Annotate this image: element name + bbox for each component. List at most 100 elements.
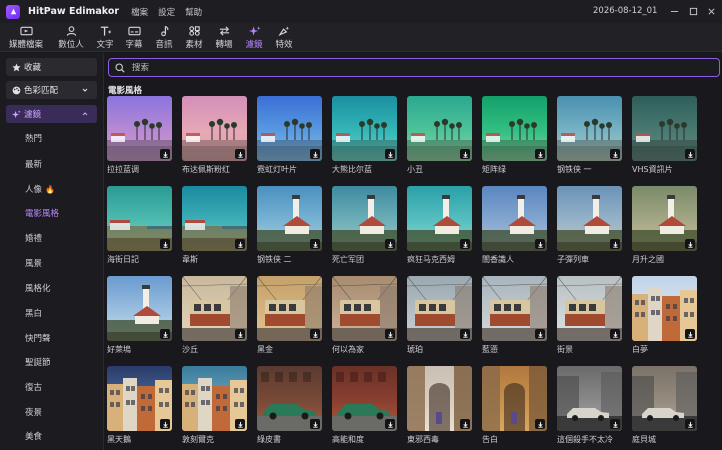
sidebar-item-food[interactable]: 美食 bbox=[25, 430, 42, 442]
menu-settings[interactable]: 設定 bbox=[158, 6, 175, 18]
filter-card[interactable]: 綠皮書 bbox=[257, 366, 322, 445]
tab-filters[interactable]: 濾鏡 bbox=[243, 23, 265, 52]
project-name[interactable]: 2026-08-12_01 bbox=[593, 6, 657, 16]
filter-card[interactable]: 大熊比尔蓝 bbox=[332, 96, 397, 175]
tab-subtitle[interactable]: 字幕 bbox=[123, 23, 145, 52]
download-icon[interactable] bbox=[460, 239, 470, 249]
filter-card[interactable]: 小丑 bbox=[407, 96, 472, 175]
filter-thumbnail[interactable] bbox=[407, 366, 472, 431]
sidebar-item-stylized[interactable]: 風格化 bbox=[25, 282, 51, 294]
download-icon[interactable] bbox=[160, 149, 170, 159]
filter-card[interactable]: 月升之國 bbox=[632, 186, 697, 265]
download-icon[interactable] bbox=[385, 419, 395, 429]
download-icon[interactable] bbox=[160, 419, 170, 429]
close-icon[interactable] bbox=[704, 4, 718, 18]
download-icon[interactable] bbox=[160, 329, 170, 339]
filter-thumbnail[interactable] bbox=[407, 276, 472, 341]
filter-thumbnail[interactable] bbox=[482, 366, 547, 431]
download-icon[interactable] bbox=[235, 239, 245, 249]
filter-card[interactable]: 這個殺手不太冷 bbox=[557, 366, 622, 445]
filter-card[interactable]: 何以為家 bbox=[332, 276, 397, 355]
filter-thumbnail[interactable] bbox=[332, 96, 397, 161]
menu-help[interactable]: 幫助 bbox=[185, 6, 202, 18]
filter-thumbnail[interactable] bbox=[257, 96, 322, 161]
download-icon[interactable] bbox=[535, 239, 545, 249]
download-icon[interactable] bbox=[610, 239, 620, 249]
download-icon[interactable] bbox=[310, 149, 320, 159]
filter-thumbnail[interactable] bbox=[332, 276, 397, 341]
download-icon[interactable] bbox=[685, 149, 695, 159]
tab-media[interactable]: 媒體檔案 bbox=[6, 23, 46, 52]
filter-thumbnail[interactable] bbox=[257, 276, 322, 341]
filter-thumbnail[interactable] bbox=[107, 186, 172, 251]
filter-card[interactable]: 黑金 bbox=[257, 276, 322, 355]
download-icon[interactable] bbox=[235, 329, 245, 339]
filter-thumbnail[interactable] bbox=[482, 276, 547, 341]
filter-card[interactable]: VHS資訊片 bbox=[632, 96, 697, 175]
filter-card[interactable]: 庭貝城 bbox=[632, 366, 697, 445]
download-icon[interactable] bbox=[460, 329, 470, 339]
tab-elements[interactable]: 素材 bbox=[183, 23, 205, 52]
filter-thumbnail[interactable] bbox=[332, 186, 397, 251]
download-icon[interactable] bbox=[535, 419, 545, 429]
download-icon[interactable] bbox=[535, 149, 545, 159]
download-icon[interactable] bbox=[385, 149, 395, 159]
download-icon[interactable] bbox=[685, 329, 695, 339]
tab-audio[interactable]: 音訊 bbox=[153, 23, 175, 52]
sidebar-item-portrait[interactable]: 人像 🔥 bbox=[25, 183, 55, 196]
sidebar-color-match[interactable]: 色彩匹配 bbox=[6, 81, 97, 99]
filter-card[interactable]: 钢铁侠 一 bbox=[557, 96, 622, 175]
sidebar-item-newest[interactable]: 最新 bbox=[25, 158, 42, 170]
filter-card[interactable]: 死亡军团 bbox=[332, 186, 397, 265]
filter-thumbnail[interactable] bbox=[632, 366, 697, 431]
filter-thumbnail[interactable] bbox=[482, 186, 547, 251]
filter-card[interactable]: 琥珀 bbox=[407, 276, 472, 355]
filter-card[interactable]: 子彈列車 bbox=[557, 186, 622, 265]
download-icon[interactable] bbox=[610, 149, 620, 159]
download-icon[interactable] bbox=[685, 419, 695, 429]
filter-thumbnail[interactable] bbox=[257, 186, 322, 251]
filter-thumbnail[interactable] bbox=[332, 366, 397, 431]
download-icon[interactable] bbox=[310, 239, 320, 249]
filter-thumbnail[interactable] bbox=[182, 366, 247, 431]
tab-text[interactable]: 文字 bbox=[94, 23, 116, 52]
sidebar-item-black-white[interactable]: 黑白 bbox=[25, 307, 42, 319]
sidebar-item-wedding[interactable]: 婚禮 bbox=[25, 232, 42, 244]
filter-card[interactable]: 高能和度 bbox=[332, 366, 397, 445]
filter-card[interactable]: 海街日記 bbox=[107, 186, 172, 265]
sidebar-item-landscape[interactable]: 風景 bbox=[25, 257, 42, 269]
filter-thumbnail[interactable] bbox=[632, 186, 697, 251]
download-icon[interactable] bbox=[535, 329, 545, 339]
filter-thumbnail[interactable] bbox=[182, 186, 247, 251]
sidebar-item-cinematic[interactable]: 電影風格 bbox=[25, 207, 59, 219]
sidebar-item-hot[interactable]: 熱門 bbox=[25, 132, 42, 144]
tab-digital-human[interactable]: 數位人 bbox=[54, 23, 88, 52]
download-icon[interactable] bbox=[610, 419, 620, 429]
filter-card[interactable]: 藍懣 bbox=[482, 276, 547, 355]
filter-thumbnail[interactable] bbox=[557, 276, 622, 341]
tab-transition[interactable]: 轉場 bbox=[213, 23, 235, 52]
filter-card[interactable]: 布达佩斯粉红 bbox=[182, 96, 247, 175]
download-icon[interactable] bbox=[310, 419, 320, 429]
download-icon[interactable] bbox=[310, 329, 320, 339]
filter-thumbnail[interactable] bbox=[407, 96, 472, 161]
filter-card[interactable]: 霓虹灯叶片 bbox=[257, 96, 322, 175]
filter-card[interactable]: 钢铁侠 二 bbox=[257, 186, 322, 265]
filter-card[interactable]: 街景 bbox=[557, 276, 622, 355]
filter-card[interactable]: 韋斯 bbox=[182, 186, 247, 265]
filter-thumbnail[interactable] bbox=[407, 186, 472, 251]
minimize-icon[interactable] bbox=[667, 4, 681, 18]
filter-card[interactable]: 矩阵绿 bbox=[482, 96, 547, 175]
filter-card[interactable]: 敦刻爾克 bbox=[182, 366, 247, 445]
filter-thumbnail[interactable] bbox=[182, 96, 247, 161]
filter-thumbnail[interactable] bbox=[632, 96, 697, 161]
sidebar-item-night[interactable]: 夜景 bbox=[25, 406, 42, 418]
filter-thumbnail[interactable] bbox=[632, 276, 697, 341]
filter-thumbnail[interactable] bbox=[482, 96, 547, 161]
download-icon[interactable] bbox=[235, 149, 245, 159]
filter-card[interactable]: 疯狂马克西姆 bbox=[407, 186, 472, 265]
download-icon[interactable] bbox=[460, 149, 470, 159]
download-icon[interactable] bbox=[685, 239, 695, 249]
sidebar-filters[interactable]: 濾鏡 bbox=[6, 105, 97, 123]
download-icon[interactable] bbox=[385, 239, 395, 249]
